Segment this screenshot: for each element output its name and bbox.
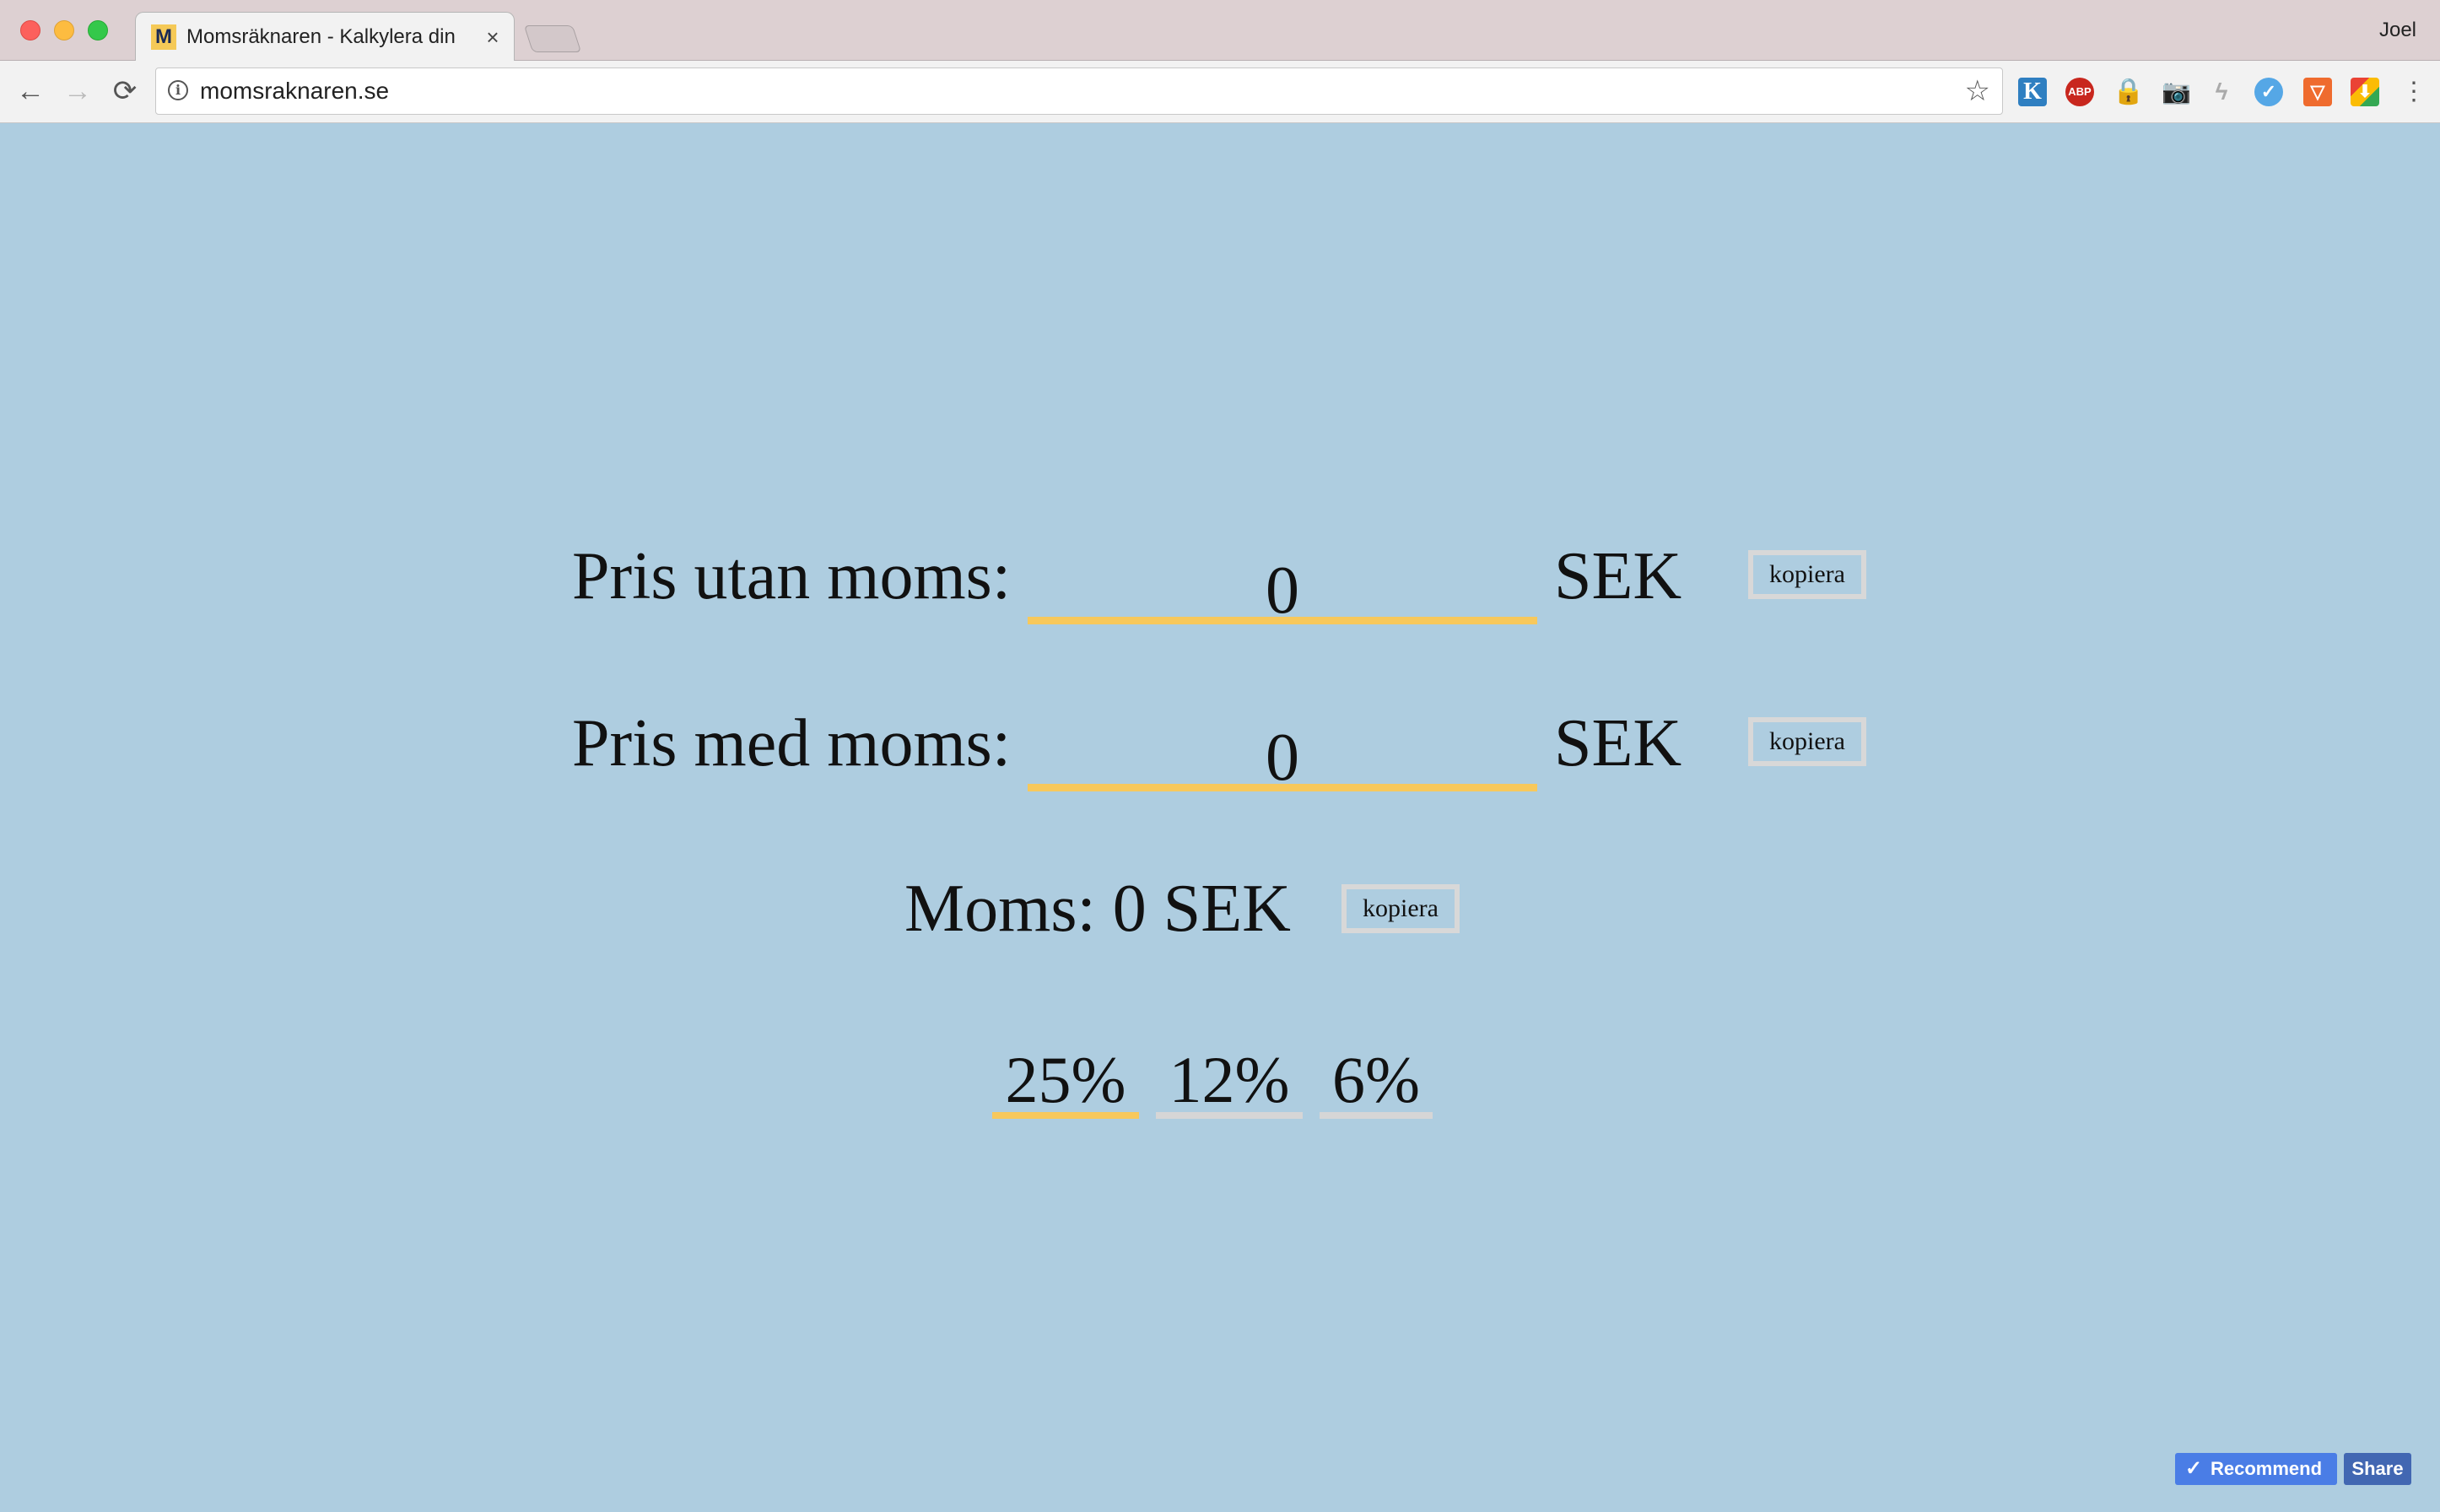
copy-price-with-vat-button[interactable]: kopiera [1748, 717, 1866, 766]
url-text[interactable]: momsraknaren.se [200, 78, 389, 104]
profile-name[interactable]: Joel [2379, 19, 2416, 42]
check-extension-icon[interactable]: ✓ [2254, 78, 2283, 106]
window-close-button[interactable] [20, 20, 40, 40]
tab-close-icon[interactable]: × [482, 24, 504, 50]
camera-extension-icon[interactable]: 📷 [2162, 78, 2191, 106]
facebook-share-button[interactable]: Share [2344, 1453, 2411, 1485]
browser-titlebar: M Momsräknaren - Kalkylera din × Joel [0, 0, 2440, 61]
new-tab-button[interactable] [523, 25, 582, 52]
price-without-vat-input[interactable] [1028, 557, 1537, 624]
recommend-label: Recommend [2211, 1458, 2323, 1479]
price-without-vat-field[interactable] [1028, 557, 1537, 624]
price-with-vat-label: Pris med moms: [572, 706, 1012, 780]
window-minimize-button[interactable] [54, 20, 74, 40]
check-icon: ✓ [2185, 1457, 2203, 1480]
drive-extension-icon[interactable]: ⬇ [2351, 78, 2379, 106]
back-icon[interactable]: ← [13, 74, 47, 108]
browser-toolbar: ← → ⟳ i momsraknaren.se ☆ K ABP 🔒 📷 ϟ ✓ … [0, 61, 2440, 123]
price-without-vat-label: Pris utan moms: [572, 539, 1012, 613]
currency-label: SEK [1554, 706, 1682, 780]
reload-icon[interactable]: ⟳ [108, 74, 142, 108]
browser-menu-icon[interactable]: ⋮ [2401, 78, 2427, 106]
pocket-extension-icon[interactable]: ▽ [2303, 78, 2332, 106]
lock-extension-icon[interactable]: 🔒 [2113, 78, 2144, 106]
address-bar[interactable]: i momsraknaren.se ☆ [155, 68, 2003, 115]
price-with-vat-input[interactable] [1028, 724, 1537, 791]
tab-title: Momsräknaren - Kalkylera din [186, 25, 456, 48]
extension-k-icon[interactable]: K [2018, 78, 2047, 106]
rate-option-12[interactable]: 12% [1156, 1046, 1303, 1119]
copy-price-without-vat-button[interactable]: kopiera [1748, 550, 1866, 599]
rate-option-6[interactable]: 6% [1320, 1046, 1433, 1119]
price-with-vat-field[interactable] [1028, 724, 1537, 791]
currency-label: SEK [1554, 539, 1682, 613]
bolt-extension-icon[interactable]: ϟ [2207, 78, 2236, 106]
bookmark-star-icon[interactable]: ☆ [1965, 75, 1990, 107]
browser-tab-active[interactable]: M Momsräknaren - Kalkylera din × [135, 12, 515, 61]
favicon-icon: M [151, 24, 176, 50]
info-icon[interactable]: i [168, 80, 188, 100]
copy-vat-button[interactable]: kopiera [1341, 884, 1460, 933]
forward-icon[interactable]: → [61, 74, 94, 108]
vat-amount-text: Moms: 0 SEK [904, 872, 1291, 946]
adblock-plus-icon[interactable]: ABP [2065, 78, 2094, 106]
window-maximize-button[interactable] [88, 20, 108, 40]
rate-option-25[interactable]: 25% [992, 1046, 1139, 1119]
facebook-recommend-button[interactable]: ✓ Recommend [2175, 1453, 2337, 1485]
